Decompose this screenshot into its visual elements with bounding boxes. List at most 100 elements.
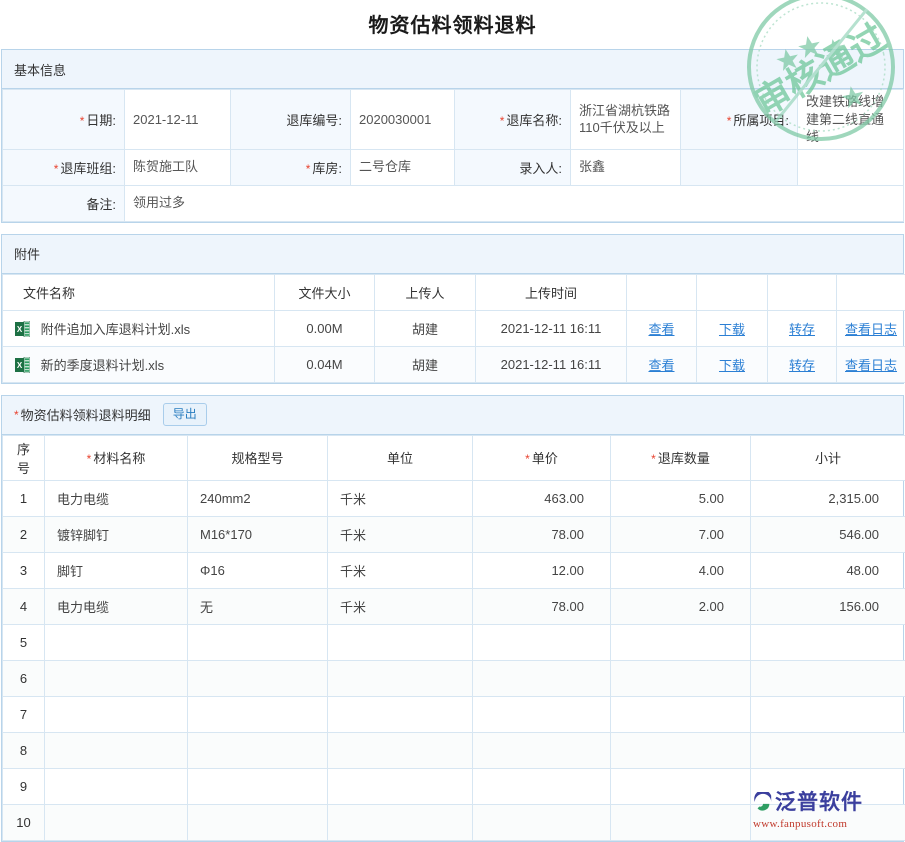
- row-material[interactable]: 电力电缆: [45, 588, 188, 624]
- row-material[interactable]: 镀锌脚钉: [45, 516, 188, 552]
- row-spec[interactable]: [188, 660, 328, 696]
- row-material[interactable]: [45, 804, 188, 840]
- required-marker: *: [87, 452, 92, 466]
- row-material[interactable]: [45, 768, 188, 804]
- attachment-header-row: 文件名称 文件大小 上传人 上传时间: [3, 274, 905, 310]
- row-price[interactable]: 12.00: [473, 552, 611, 588]
- excel-file-icon: X: [15, 321, 30, 337]
- project-value[interactable]: 改建铁路线增建第二线直通线: [798, 90, 904, 150]
- row-qty[interactable]: 2.00: [611, 588, 751, 624]
- required-marker: *: [525, 452, 530, 466]
- date-label: *日期:: [3, 90, 125, 150]
- team-value[interactable]: 陈贺施工队: [125, 149, 231, 185]
- row-material[interactable]: [45, 732, 188, 768]
- warehouse-label: *库房:: [231, 149, 351, 185]
- row-spec[interactable]: [188, 624, 328, 660]
- row-spec[interactable]: [188, 732, 328, 768]
- row-qty[interactable]: 5.00: [611, 480, 751, 516]
- row-material[interactable]: 电力电缆: [45, 480, 188, 516]
- row-unit[interactable]: [328, 804, 473, 840]
- row-price[interactable]: 463.00: [473, 480, 611, 516]
- row-spec[interactable]: 240mm2: [188, 480, 328, 516]
- transfer-save-link[interactable]: 转存: [789, 322, 815, 337]
- view-link[interactable]: 查看: [648, 358, 674, 373]
- row-material[interactable]: [45, 696, 188, 732]
- col-file-name: 文件名称: [3, 274, 275, 310]
- row-unit[interactable]: 千米: [328, 552, 473, 588]
- row-qty[interactable]: [611, 804, 751, 840]
- row-spec[interactable]: [188, 696, 328, 732]
- row-unit[interactable]: [328, 660, 473, 696]
- detail-section: * 物资估料领料退料明细 导出 序号 *材料名称 规格型号 单位 *单价 *退库…: [1, 395, 904, 842]
- row-spec[interactable]: Φ16: [188, 552, 328, 588]
- col-material-name: *材料名称: [45, 435, 188, 480]
- attachment-file-name-cell: X 新的季度退料计划.xls: [3, 346, 275, 382]
- row-unit[interactable]: 千米: [328, 588, 473, 624]
- project-label: *所属项目:: [681, 90, 798, 150]
- row-price[interactable]: 78.00: [473, 588, 611, 624]
- row-price[interactable]: [473, 804, 611, 840]
- row-material[interactable]: 脚钉: [45, 552, 188, 588]
- row-qty[interactable]: 4.00: [611, 552, 751, 588]
- required-marker: *: [80, 114, 85, 128]
- warehouse-value[interactable]: 二号仓库: [351, 149, 455, 185]
- attachment-transfer-cell: 转存: [768, 310, 837, 346]
- remark-value[interactable]: 领用过多: [125, 185, 904, 221]
- row-price[interactable]: [473, 732, 611, 768]
- row-subtotal: [751, 804, 905, 840]
- row-unit[interactable]: [328, 696, 473, 732]
- creator-value[interactable]: 张鑫: [571, 149, 681, 185]
- export-button[interactable]: 导出: [163, 403, 207, 427]
- download-link[interactable]: 下载: [719, 358, 745, 373]
- basic-info-row: *日期: 2021-12-11 退库编号: 2020030001 *退库名称: …: [3, 90, 904, 150]
- required-marker: *: [500, 114, 505, 128]
- row-index: 2: [3, 516, 45, 552]
- col-action-download: [697, 274, 768, 310]
- row-index: 9: [3, 768, 45, 804]
- row-index: 1: [3, 480, 45, 516]
- row-spec[interactable]: [188, 804, 328, 840]
- col-spec: 规格型号: [188, 435, 328, 480]
- row-qty[interactable]: [611, 732, 751, 768]
- row-qty[interactable]: [611, 660, 751, 696]
- row-qty[interactable]: [611, 768, 751, 804]
- row-price[interactable]: [473, 660, 611, 696]
- warehouse-label-text: 库房:: [312, 161, 342, 176]
- col-action-log: [837, 274, 905, 310]
- basic-info-section: 基本信息 *日期: 2021-12-11 退库编号: 2020030001 *退…: [1, 49, 904, 223]
- row-price[interactable]: [473, 768, 611, 804]
- row-material[interactable]: [45, 624, 188, 660]
- row-price[interactable]: 78.00: [473, 516, 611, 552]
- return-no-value[interactable]: 2020030001: [351, 90, 455, 150]
- row-material[interactable]: [45, 660, 188, 696]
- row-spec[interactable]: 无: [188, 588, 328, 624]
- col-index: 序号: [3, 435, 45, 480]
- row-unit[interactable]: [328, 732, 473, 768]
- table-row: X 新的季度退料计划.xls: [3, 346, 905, 382]
- row-price[interactable]: [473, 624, 611, 660]
- row-qty[interactable]: 7.00: [611, 516, 751, 552]
- return-name-value[interactable]: 浙江省湖杭铁路110千伏及以上: [571, 90, 681, 150]
- creator-label: 录入人:: [455, 149, 571, 185]
- detail-header-row: 序号 *材料名称 规格型号 单位 *单价 *退库数量 小计: [3, 435, 905, 480]
- row-spec[interactable]: [188, 768, 328, 804]
- date-value[interactable]: 2021-12-11: [125, 90, 231, 150]
- row-unit[interactable]: [328, 624, 473, 660]
- row-unit[interactable]: 千米: [328, 480, 473, 516]
- detail-table-body: 1 电力电缆 240mm2 千米 463.00 5.00 2,315.00 2 …: [3, 480, 905, 840]
- row-unit[interactable]: [328, 768, 473, 804]
- row-spec[interactable]: M16*170: [188, 516, 328, 552]
- row-qty[interactable]: [611, 624, 751, 660]
- document-page: 审核通过 物资估料领料退料 基本信息 *日期: 2021-12-11 退库编号:: [0, 0, 905, 842]
- download-link[interactable]: 下载: [719, 322, 745, 337]
- transfer-save-link[interactable]: 转存: [789, 358, 815, 373]
- row-unit[interactable]: 千米: [328, 516, 473, 552]
- attachment-table: 文件名称 文件大小 上传人 上传时间 X: [2, 274, 905, 383]
- attachment-log-cell: 查看日志: [837, 346, 905, 382]
- col-action-save: [768, 274, 837, 310]
- view-link[interactable]: 查看: [648, 322, 674, 337]
- row-qty[interactable]: [611, 696, 751, 732]
- view-log-link[interactable]: 查看日志: [845, 322, 897, 337]
- row-price[interactable]: [473, 696, 611, 732]
- view-log-link[interactable]: 查看日志: [845, 358, 897, 373]
